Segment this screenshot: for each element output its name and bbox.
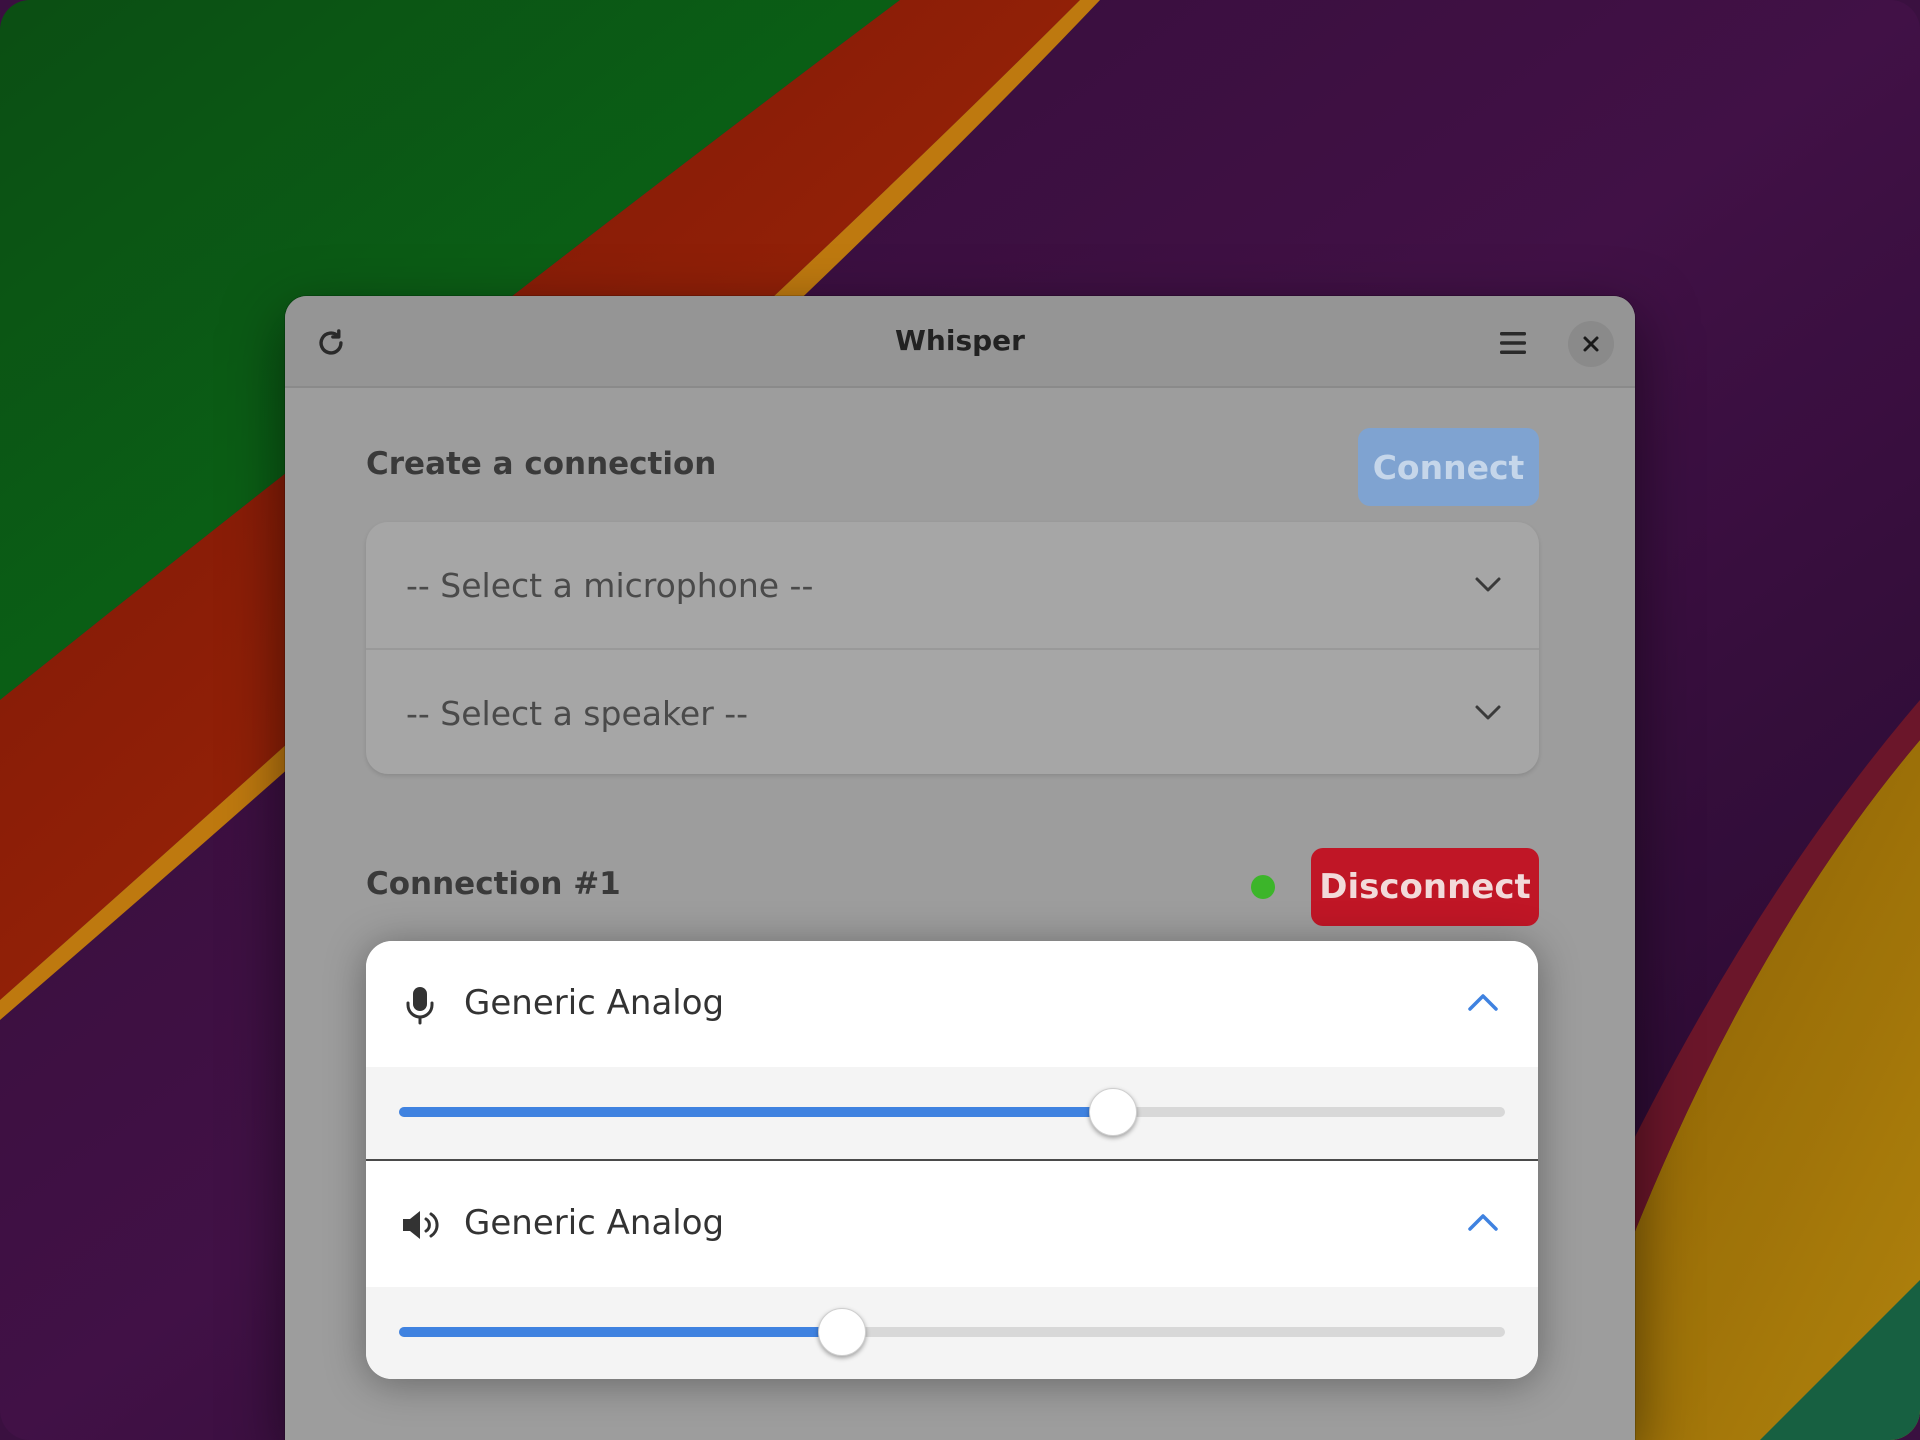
chevron-up-icon[interactable]	[1466, 1209, 1500, 1235]
slider-fill	[399, 1107, 1113, 1117]
microphone-select-label: -- Select a microphone --	[406, 565, 814, 605]
chevron-down-icon	[1475, 577, 1501, 592]
chevron-up-icon[interactable]	[1466, 989, 1500, 1015]
close-icon	[1583, 336, 1599, 352]
speaker-volume-row	[366, 1287, 1538, 1379]
window-title: Whisper	[895, 324, 1025, 357]
microphone-name: Generic Analog	[464, 983, 725, 1023]
slider-fill	[399, 1327, 842, 1337]
close-button[interactable]	[1568, 321, 1614, 367]
disconnect-button[interactable]: Disconnect	[1311, 848, 1539, 926]
chevron-down-icon	[1475, 705, 1501, 720]
speaker-select-label: -- Select a speaker --	[406, 693, 749, 733]
speaker-row[interactable]: Generic Analog	[366, 1161, 1538, 1287]
microphone-row[interactable]: Generic Analog	[366, 941, 1538, 1067]
speaker-volume-slider[interactable]	[399, 1308, 1505, 1356]
microphone-select[interactable]: -- Select a microphone --	[366, 522, 1539, 648]
create-connection-title: Create a connection	[366, 446, 717, 482]
connect-button[interactable]: Connect	[1358, 428, 1539, 506]
hamburger-menu-icon	[1500, 332, 1526, 354]
microphone-volume-row	[366, 1067, 1538, 1159]
main-menu-button[interactable]	[1489, 319, 1537, 367]
slider-handle[interactable]	[1089, 1088, 1138, 1136]
connection-devices-card: Generic Analog Generic Analog	[366, 941, 1538, 1379]
slider-handle[interactable]	[818, 1308, 867, 1356]
microphone-icon	[406, 987, 434, 1025]
connection-status-indicator	[1251, 875, 1275, 899]
speaker-name: Generic Analog	[464, 1203, 725, 1243]
header-bar: Whisper	[285, 296, 1635, 388]
device-select-group: -- Select a microphone -- -- Select a sp…	[366, 522, 1539, 774]
speaker-icon	[403, 1211, 439, 1239]
connection-title: Connection #1	[366, 866, 621, 902]
microphone-volume-slider[interactable]	[399, 1088, 1505, 1136]
speaker-select[interactable]: -- Select a speaker --	[366, 650, 1539, 776]
